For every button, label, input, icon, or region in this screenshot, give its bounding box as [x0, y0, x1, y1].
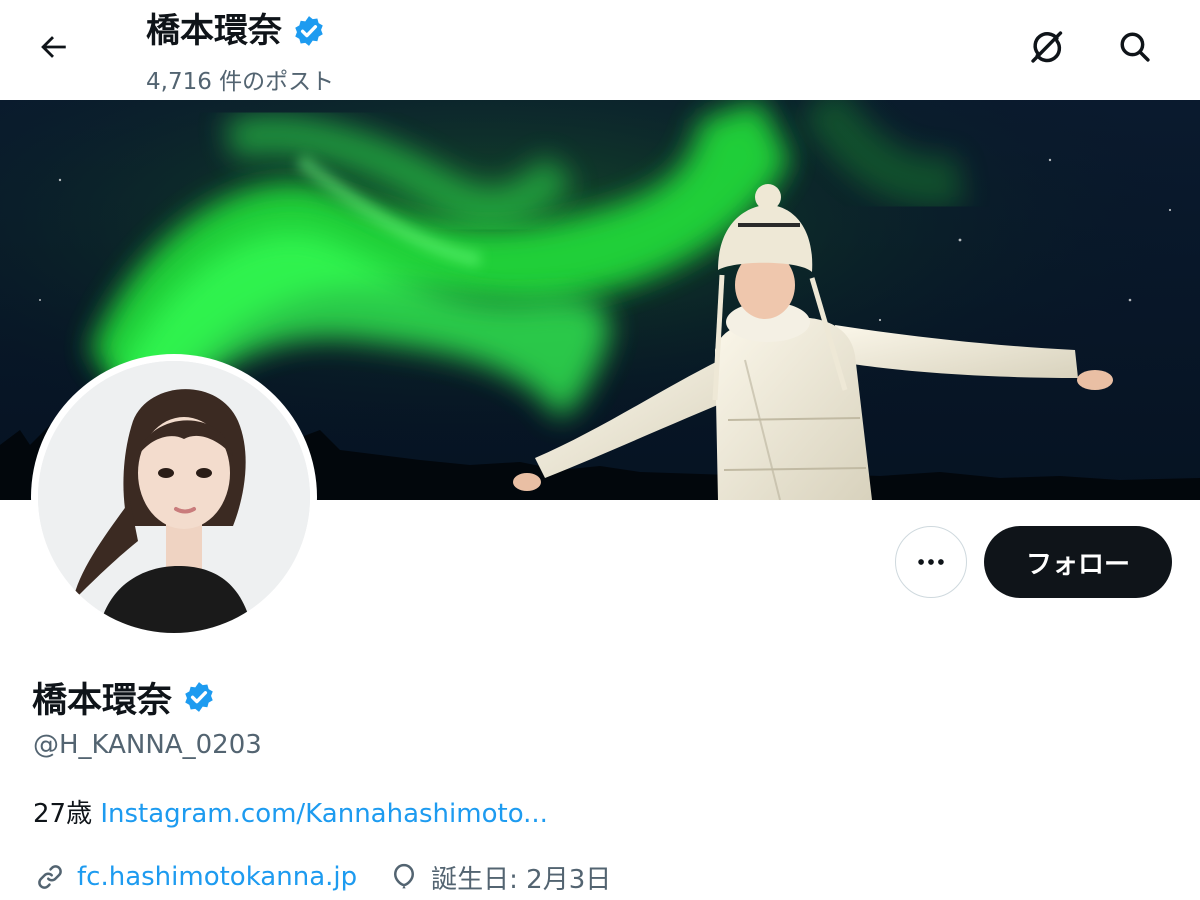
follow-button[interactable]: フォロー: [984, 526, 1172, 598]
avatar-image: [38, 361, 310, 633]
profile-header: 橋本環奈 4,716 件のポスト: [0, 0, 1200, 100]
website-link[interactable]: fc.hashimotokanna.jp: [77, 862, 357, 892]
bio-instagram-link[interactable]: Instagram.com/Kannahashimoto...: [100, 799, 548, 829]
more-options-button[interactable]: [895, 526, 967, 598]
verified-badge-icon: [295, 16, 323, 46]
profile-name-row: 橋本環奈: [32, 672, 216, 722]
more-dots-icon: [918, 559, 944, 565]
profile-meta: fc.hashimotokanna.jp 誕生日: 2月3日: [33, 855, 611, 899]
search-icon: [1120, 32, 1150, 62]
header-title: 橋本環奈: [146, 6, 326, 56]
link-icon: [33, 860, 67, 894]
grok-button[interactable]: [1022, 22, 1072, 72]
birthday-text: 誕生日: 2月3日: [431, 864, 612, 895]
back-button[interactable]: [28, 22, 78, 72]
profile-display-name: 橋本環奈: [32, 680, 173, 721]
profile-bio: 27歳 Instagram.com/Kannahashimoto...: [33, 793, 548, 830]
post-count: 4,716 件のポスト: [146, 69, 335, 95]
verified-badge-icon[interactable]: [182, 680, 216, 714]
balloon-icon: [387, 860, 421, 894]
header-display-name: 橋本環奈: [146, 11, 282, 51]
search-button[interactable]: [1110, 22, 1160, 72]
bio-text: 27歳: [33, 799, 101, 829]
grok-icon: [1031, 31, 1063, 63]
profile-handle: @H_KANNA_0203: [33, 730, 262, 760]
profile-avatar[interactable]: [31, 354, 317, 640]
back-arrow-icon: [41, 36, 66, 58]
